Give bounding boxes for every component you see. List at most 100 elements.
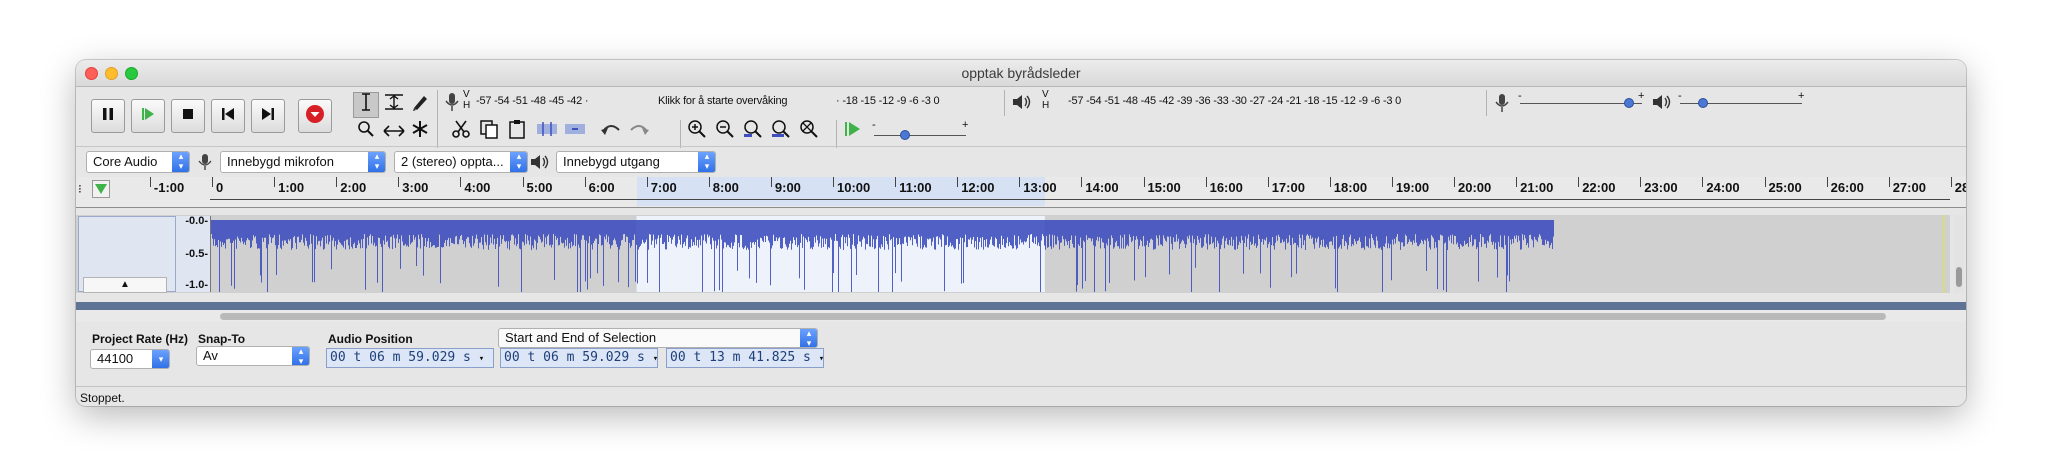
zoom-out-button[interactable] [712, 119, 738, 145]
recording-device-select[interactable]: Innebygd mikrofon ▴ ▾ [220, 151, 386, 173]
skip-end-icon [261, 107, 275, 126]
project-rate-select[interactable]: 44100 ▾ [90, 349, 170, 369]
ruler-label: 4:00 [464, 180, 491, 195]
ruler-tick [149, 177, 151, 187]
audio-track[interactable]: ▲ -0.0- -0.5- -1.0- [76, 215, 1950, 293]
slider-thumb[interactable] [1698, 98, 1708, 108]
playback-meter-label-v: V [1042, 89, 1049, 100]
recording-volume-slider[interactable]: - + [1518, 90, 1646, 111]
zoom-toggle-button[interactable] [796, 119, 822, 145]
redo-button[interactable] [626, 119, 652, 145]
record-meter-prompt[interactable]: Klikk for å starte overvåking [658, 95, 788, 107]
audio-position-value: 00 t 06 m 59.029 s [330, 350, 471, 365]
scale-label-top: -0.0- [185, 215, 208, 227]
timeline-ruler[interactable]: ⁝ -1:00 0 1:00 2:00 3:00 4:00 5:00 6:00 7:00 8:00… [76, 177, 1966, 208]
playback-device-value: Innebygd utgang [563, 154, 660, 169]
close-window-button[interactable] [85, 67, 98, 80]
undo-icon [600, 120, 622, 144]
silence-button[interactable] [562, 119, 588, 145]
time-shift-tool[interactable] [381, 119, 407, 145]
horizontal-scrollbar-thumb[interactable] [220, 313, 1886, 320]
tools-toolbar [353, 92, 435, 146]
zoom-window-button[interactable] [125, 67, 138, 80]
playback-volume-slider[interactable]: - + [1678, 90, 1806, 111]
chevron-up-down-icon: ▴ ▾ [292, 347, 309, 365]
track-control-panel[interactable]: ▲ [78, 216, 176, 293]
play-icon [141, 107, 155, 126]
ruler-label: 23:00 [1644, 180, 1678, 195]
ruler-label: 3:00 [402, 180, 429, 195]
fit-project-icon [771, 119, 791, 145]
undo-button[interactable] [598, 119, 624, 145]
audio-position-label: Audio Position [328, 332, 413, 346]
edit-toolbar [448, 119, 678, 147]
waveform-display[interactable] [211, 216, 1941, 292]
ruler-tick [1702, 177, 1704, 187]
playback-meter-scale: -57 -54 -51 -48 -45 -42 -39 -36 -33 -30 … [1068, 95, 1402, 107]
ruler-tick [1454, 177, 1455, 187]
skip-to-end-button[interactable] [251, 99, 285, 133]
ruler-label: 12:00 [961, 180, 995, 195]
audio-position-field[interactable]: 00 t 06 m 59.029 s ▾ [326, 348, 494, 368]
speaker-icon [1012, 93, 1032, 116]
snap-to-select[interactable]: Av ▴ ▾ [196, 346, 310, 366]
selection-mode-select[interactable]: Start and End of Selection ▴ ▾ [498, 328, 818, 348]
trim-button[interactable] [534, 119, 560, 145]
ruler-label: 5:00 [526, 180, 553, 195]
recording-channels-value: 2 (stereo) oppta... [401, 154, 504, 169]
ruler-tick [1267, 177, 1269, 187]
track-collapse-button[interactable]: ▲ [83, 277, 167, 293]
envelope-tool[interactable] [381, 92, 407, 118]
cut-button[interactable] [448, 119, 474, 145]
play-head-marker-icon[interactable] [92, 180, 110, 203]
slider-thumb[interactable] [1624, 98, 1634, 108]
stop-button[interactable] [171, 99, 205, 133]
ruler-label: 9:00 [774, 180, 801, 195]
selection-tool[interactable] [353, 92, 379, 118]
play-at-speed-button[interactable] [840, 119, 866, 145]
ruler-label: 11:00 [899, 180, 932, 195]
ruler-label: 27:00 [1892, 180, 1926, 195]
playback-device-select[interactable]: Innebygd utgang ▴ ▾ [556, 151, 716, 173]
zoom-tool[interactable] [353, 119, 379, 145]
selection-end-field[interactable]: 00 t 13 m 41.825 s ▾ [666, 348, 824, 368]
vertical-scrollbar[interactable] [1954, 215, 1964, 293]
ruler-tick [460, 177, 462, 187]
recording-channels-select[interactable]: 2 (stereo) oppta... ▴ ▾ [394, 151, 528, 173]
track-area-footer [76, 302, 1966, 310]
pencil-icon [411, 93, 429, 117]
record-meter-label-h: H [463, 100, 471, 111]
ruler-label: 25:00 [1768, 180, 1802, 195]
ruler-label: 8:00 [712, 180, 739, 195]
fit-project-button[interactable] [768, 119, 794, 145]
clipboard-icon [507, 119, 527, 145]
slider-thumb[interactable] [900, 130, 910, 140]
vertical-scale: -0.0- -0.5- -1.0- [176, 215, 211, 292]
horizontal-scrollbar[interactable] [76, 310, 1966, 322]
asterisk-icon [411, 120, 429, 144]
draw-tool[interactable] [407, 92, 433, 118]
microphone-icon [198, 153, 212, 176]
playback-meter-toolbar[interactable]: V H -57 -54 -51 -48 -45 -42 -39 -36 -33 … [1012, 89, 1482, 115]
multi-tool[interactable] [407, 119, 433, 145]
playback-speed-slider[interactable]: - + [872, 119, 970, 143]
skip-to-start-button[interactable] [211, 99, 245, 133]
paste-button[interactable] [504, 119, 530, 145]
pause-button[interactable] [91, 99, 125, 133]
minimize-window-button[interactable] [105, 67, 118, 80]
audio-host-select[interactable]: Core Audio ▴ ▾ [86, 151, 190, 173]
copy-button[interactable] [476, 119, 502, 145]
record-button[interactable] [298, 99, 332, 133]
timeline-axis-line [210, 199, 1950, 200]
zoom-in-button[interactable] [684, 119, 710, 145]
fit-selection-button[interactable] [740, 119, 766, 145]
status-text: Stoppet. [80, 391, 125, 405]
play-button[interactable] [131, 99, 165, 133]
redo-icon [628, 120, 650, 144]
ruler-label: 21:00 [1520, 180, 1554, 195]
vertical-scrollbar-thumb[interactable] [1956, 267, 1962, 287]
recording-meter-toolbar[interactable]: V H -57 -54 -51 -48 -45 -42 · Klikk for … [444, 89, 1004, 115]
selection-start-field[interactable]: 00 t 06 m 59.029 s ▾ [500, 348, 658, 368]
toolbar-separator [1486, 90, 1487, 116]
ruler-tick [957, 177, 959, 187]
